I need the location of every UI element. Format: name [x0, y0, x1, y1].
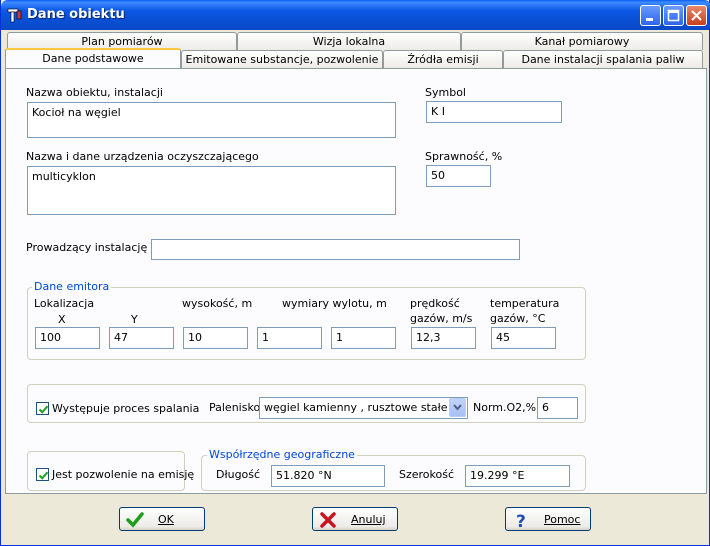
svg-text:?: ? [516, 512, 526, 529]
combustion-label: Występuje proces spalania [52, 402, 200, 415]
o2-field[interactable]: 6 [537, 397, 578, 419]
temp-label-1: temperatura [490, 297, 560, 310]
minimize-button[interactable] [640, 5, 661, 26]
dialog-window: Dane obiektu Plan pomiarów Wizja lokalna… [0, 0, 710, 546]
ok-button[interactable]: OK [119, 507, 205, 531]
outlet-b-field[interactable]: 1 [331, 327, 396, 349]
emitter-group-title: Dane emitora [32, 280, 112, 293]
o2-label: Norm.O2,% [473, 401, 537, 414]
temp-field[interactable]: 45 [491, 327, 556, 349]
tab-kanal-pomiarowy[interactable]: Kanał pomiarowy [461, 32, 703, 50]
device-field[interactable]: multicyklon [27, 166, 396, 215]
permit-checkbox[interactable] [36, 468, 49, 481]
close-icon [691, 10, 702, 21]
tab-panel-dane-podstawowe: Nazwa obiektu, instalacji Kocioł na węgi… [5, 68, 707, 494]
cancel-button[interactable]: Anuluj [312, 507, 398, 531]
question-icon: ? [512, 511, 530, 532]
minimize-icon [646, 18, 653, 21]
tab-zrodla-emisji[interactable]: Źródła emisji [383, 50, 503, 68]
location-label: Lokalizacja [34, 297, 95, 310]
y-label: Y [131, 313, 138, 326]
geo-group-title: Współrzędne geograficzne [207, 448, 357, 461]
speed-label-2: gazów, m/s [410, 312, 473, 325]
speed-field[interactable]: 12,3 [411, 327, 476, 349]
window-title: Dane obiektu [27, 7, 125, 22]
tab-dane-podstawowe[interactable]: Dane podstawowe [5, 48, 181, 68]
tab-emitowane-substancje[interactable]: Emitowane substancje, pozwolenie [181, 50, 383, 68]
tab-control: Plan pomiarów Wizja lokalna Kanał pomiar… [5, 32, 707, 494]
app-icon [7, 7, 23, 23]
operator-field[interactable] [151, 239, 520, 260]
tab-dane-instalacji-spalania[interactable]: Dane instalacji spalania paliw [503, 50, 703, 68]
combustion-checkbox[interactable] [36, 402, 49, 415]
help-label: Pomoc [544, 513, 581, 526]
temp-label-2: gazów, °C [490, 312, 546, 325]
x-icon [319, 511, 337, 529]
checkmark-icon [126, 511, 144, 529]
cancel-label: Anuluj [351, 513, 386, 526]
furnace-selected-value: węgiel kamienny , rusztowe stałe [264, 401, 448, 414]
lat-label: Szerokość [399, 468, 455, 481]
ok-label: OK [158, 513, 174, 526]
operator-label: Prowadzący instalację [26, 241, 148, 254]
outlet-a-field[interactable]: 1 [257, 327, 322, 349]
chevron-down-icon [453, 404, 462, 411]
outlet-label: wymiary wylotu, m [282, 297, 387, 310]
symbol-field[interactable]: K I [426, 101, 562, 123]
y-field[interactable]: 47 [109, 327, 174, 349]
title-bar[interactable]: Dane obiektu [1, 0, 710, 30]
furnace-dropdown-button[interactable] [449, 398, 466, 417]
efficiency-field[interactable]: 50 [426, 165, 491, 187]
close-button[interactable] [686, 5, 707, 26]
x-label: X [58, 313, 66, 326]
checkmark-icon [38, 471, 49, 480]
efficiency-label: Sprawność, % [425, 150, 503, 163]
checkmark-icon [38, 405, 49, 414]
symbol-label: Symbol [425, 86, 466, 99]
maximize-icon [667, 9, 680, 22]
maximize-button[interactable] [663, 5, 684, 26]
lon-field[interactable]: 51.820 °N [271, 465, 385, 487]
tab-wizja-lokalna[interactable]: Wizja lokalna [237, 32, 461, 50]
lat-field[interactable]: 19.299 °E [465, 465, 570, 487]
speed-label-1: prędkość [410, 297, 460, 310]
height-label: wysokość, m [182, 297, 253, 310]
help-button[interactable]: ? Pomoc [505, 507, 591, 532]
name-field[interactable]: Kocioł na węgiel [27, 102, 396, 138]
name-label: Nazwa obiektu, instalacji [26, 86, 163, 99]
lon-label: Długość [216, 468, 261, 481]
device-label: Nazwa i dane urządzenia oczyszczającego [26, 150, 259, 163]
furnace-select[interactable]: węgiel kamienny , rusztowe stałe [259, 397, 468, 419]
x-field[interactable]: 100 [35, 327, 100, 349]
height-field[interactable]: 10 [183, 327, 248, 349]
furnace-label: Palenisko [209, 401, 261, 414]
permit-label: Jest pozwolenie na emisję [52, 468, 195, 481]
